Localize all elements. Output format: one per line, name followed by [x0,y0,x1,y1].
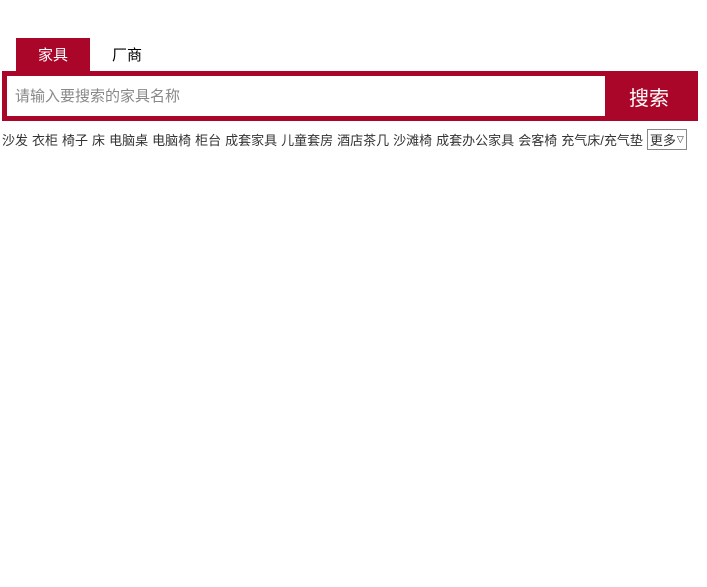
hot-link[interactable]: 成套办公家具 [436,130,514,149]
hot-link[interactable]: 柜台 [195,130,221,149]
hot-link[interactable]: 电脑椅 [152,130,191,149]
search-tabs: 家具 厂商 [16,38,700,71]
hot-link[interactable]: 沙滩椅 [393,130,432,149]
hot-link[interactable]: 衣柜 [32,130,58,149]
tab-furniture[interactable]: 家具 [16,38,90,71]
hot-link[interactable]: 床 [92,130,105,149]
hot-link[interactable]: 成套家具 [225,130,277,149]
chevron-down-icon: ▽ [677,134,684,145]
hot-link[interactable]: 充气床/充气垫 [561,130,643,149]
more-label: 更多 [650,130,676,149]
hot-link[interactable]: 椅子 [62,130,88,149]
hot-link[interactable]: 沙发 [2,130,28,149]
hot-link[interactable]: 会客椅 [518,130,557,149]
search-input[interactable] [7,76,605,116]
hot-link[interactable]: 电脑桌 [109,130,148,149]
search-bar: 搜索 [2,71,698,121]
hot-link[interactable]: 酒店茶几 [337,130,389,149]
hot-link[interactable]: 儿童套房 [281,130,333,149]
search-button[interactable]: 搜索 [605,76,693,116]
hot-search-row: 沙发 衣柜 椅子 床 电脑桌 电脑椅 柜台 成套家具 儿童套房 酒店茶几 沙滩椅… [0,121,700,150]
tab-vendor[interactable]: 厂商 [90,38,164,71]
more-button[interactable]: 更多 ▽ [647,129,687,150]
